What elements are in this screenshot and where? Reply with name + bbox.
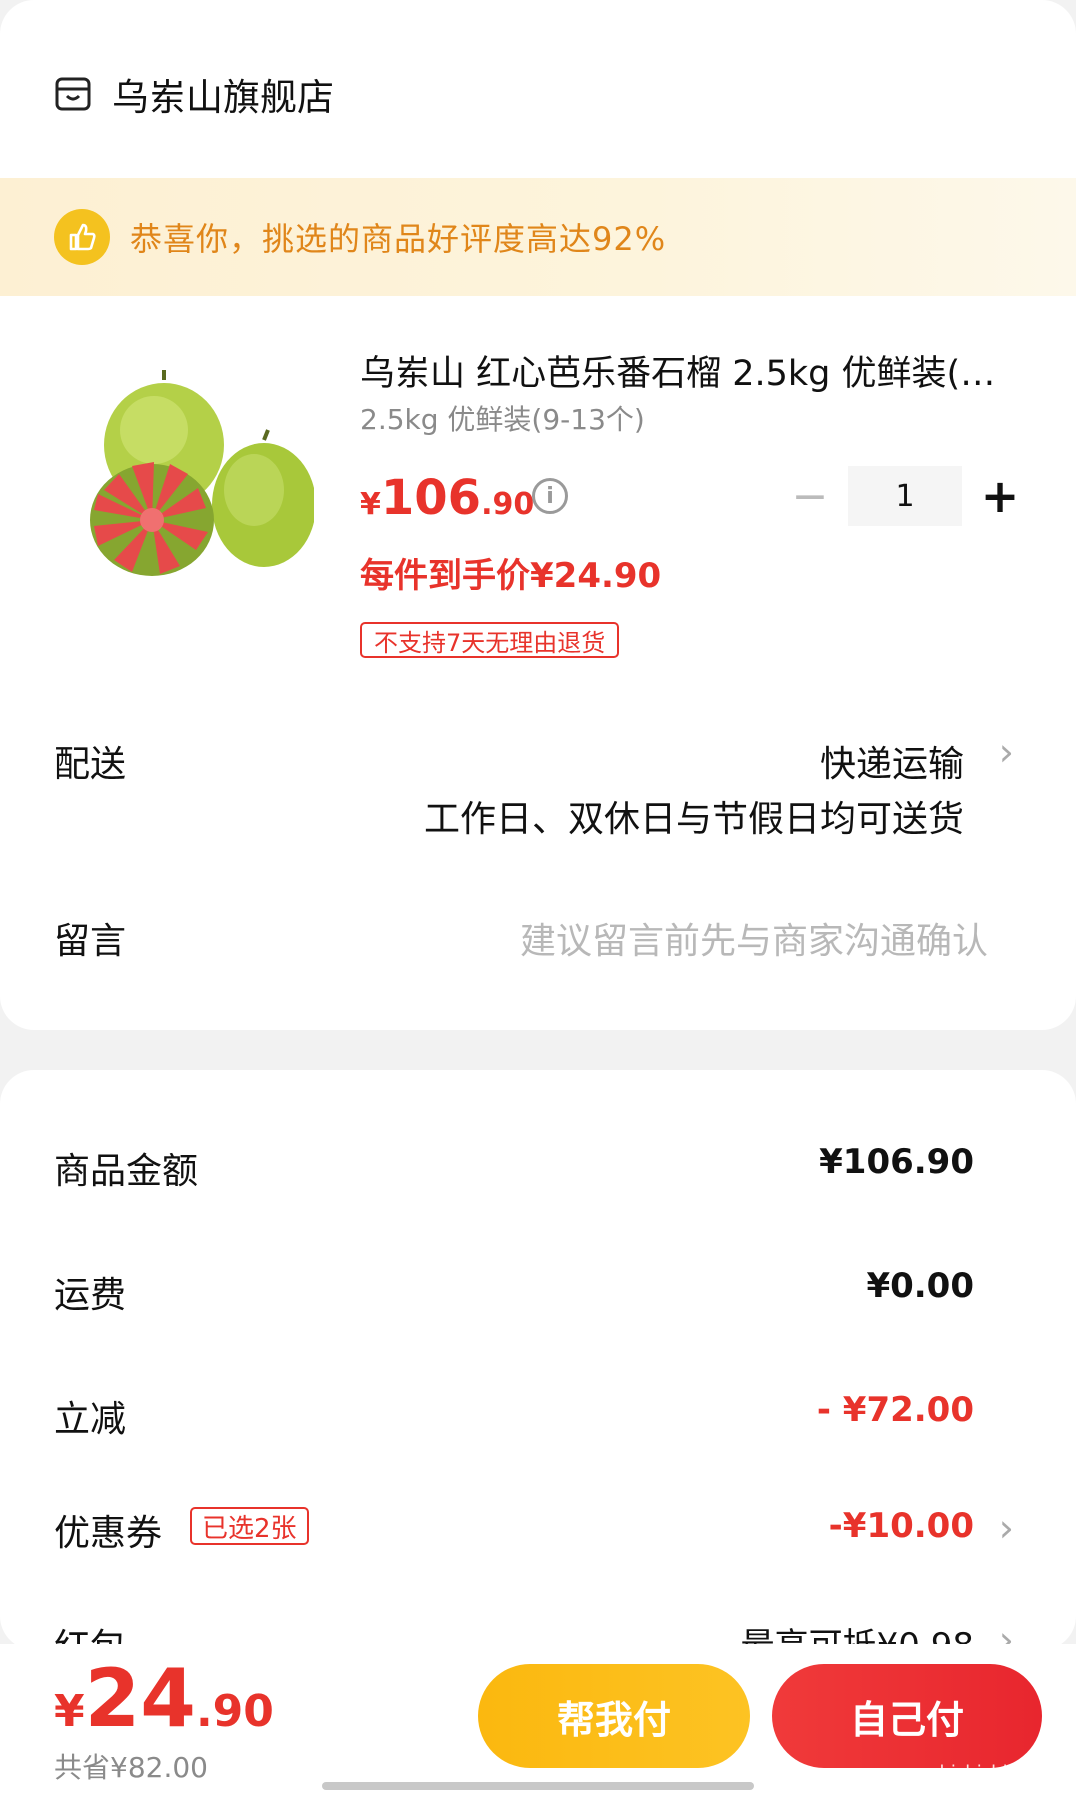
coupon-selected-badge: 已选2张 [190, 1507, 309, 1545]
quantity-stepper: − 1 + [780, 466, 1030, 526]
shipping-chevron-icon[interactable]: › [999, 730, 1014, 774]
coupon-chevron-icon[interactable]: › [999, 1506, 1014, 1550]
product-title[interactable]: 乌岽山 红心芭乐番石榴 2.5kg 优鲜装(9-13个) [360, 345, 1010, 396]
message-label: 留言 [54, 921, 127, 962]
saved-amount: 共省¥82.00 [54, 1751, 208, 1784]
message-input[interactable]: 建议留言前先与商家沟通确认 [520, 912, 988, 964]
product-image[interactable] [84, 370, 314, 590]
goods-amount-value: ¥106.90 [819, 1142, 974, 1182]
home-indicator[interactable] [322, 1782, 754, 1790]
total-decimal: .90 [195, 1686, 274, 1737]
store-icon [55, 77, 91, 111]
product-spec[interactable]: 2.5kg 优鲜装(9-13个) [360, 398, 645, 438]
store-name: 乌岽山旗舰店 [112, 76, 334, 119]
price-integer: 106 [380, 470, 482, 526]
rating-banner-text: 恭喜你，挑选的商品好评度高达92% [130, 220, 667, 258]
order-card: 乌岽山旗舰店 恭喜你，挑选的商品好评度高达92% 乌岽山 红心芭乐番石榴 2.5… [0, 0, 1076, 1030]
rating-banner: 恭喜你，挑选的商品好评度高达92% [0, 178, 1076, 296]
store-header[interactable]: 乌岽山旗舰店 [54, 66, 334, 122]
total-integer: 24 [84, 1652, 196, 1745]
shipping-note: 工作日、双休日与节假日均可送货 [423, 799, 964, 840]
checkout-bar: ¥ 24 .90 共省¥82.00 帮我付 自己付 zhizhizhi.com [0, 1644, 1076, 1796]
help-pay-button[interactable]: 帮我付 [478, 1664, 750, 1768]
price-currency: ¥ [360, 487, 381, 522]
quantity-input[interactable]: 1 [848, 466, 962, 526]
thumbs-up-icon [54, 209, 110, 265]
total-currency: ¥ [54, 1686, 85, 1737]
self-pay-button[interactable]: 自己付 [772, 1664, 1042, 1768]
freight-label: 运费 [54, 1275, 127, 1316]
goods-amount-label: 商品金额 [54, 1151, 199, 1192]
discount-value: - ¥72.00 [816, 1390, 974, 1430]
deal-price: 每件到手价¥24.90 [360, 556, 662, 596]
watermark: zhizhizhi.com [930, 1762, 1052, 1783]
increase-button[interactable]: + [970, 466, 1030, 526]
discount-label: 立减 [54, 1399, 127, 1440]
freight-value: ¥0.00 [866, 1266, 974, 1306]
shipping-method[interactable]: 快递运输 [820, 735, 964, 787]
price-decimal: .90 [481, 487, 535, 522]
total-price: ¥ 24 .90 [54, 1652, 274, 1745]
info-icon[interactable]: i [532, 478, 568, 514]
product-price: ¥ 106 .90 [360, 470, 534, 526]
decrease-button[interactable]: − [780, 466, 840, 526]
coupon-value[interactable]: -¥10.00 [829, 1506, 974, 1546]
return-policy-tag: 不支持7天无理由退货 [360, 622, 620, 658]
coupon-label: 优惠券 [54, 1513, 163, 1554]
shipping-label: 配送 [54, 744, 127, 785]
